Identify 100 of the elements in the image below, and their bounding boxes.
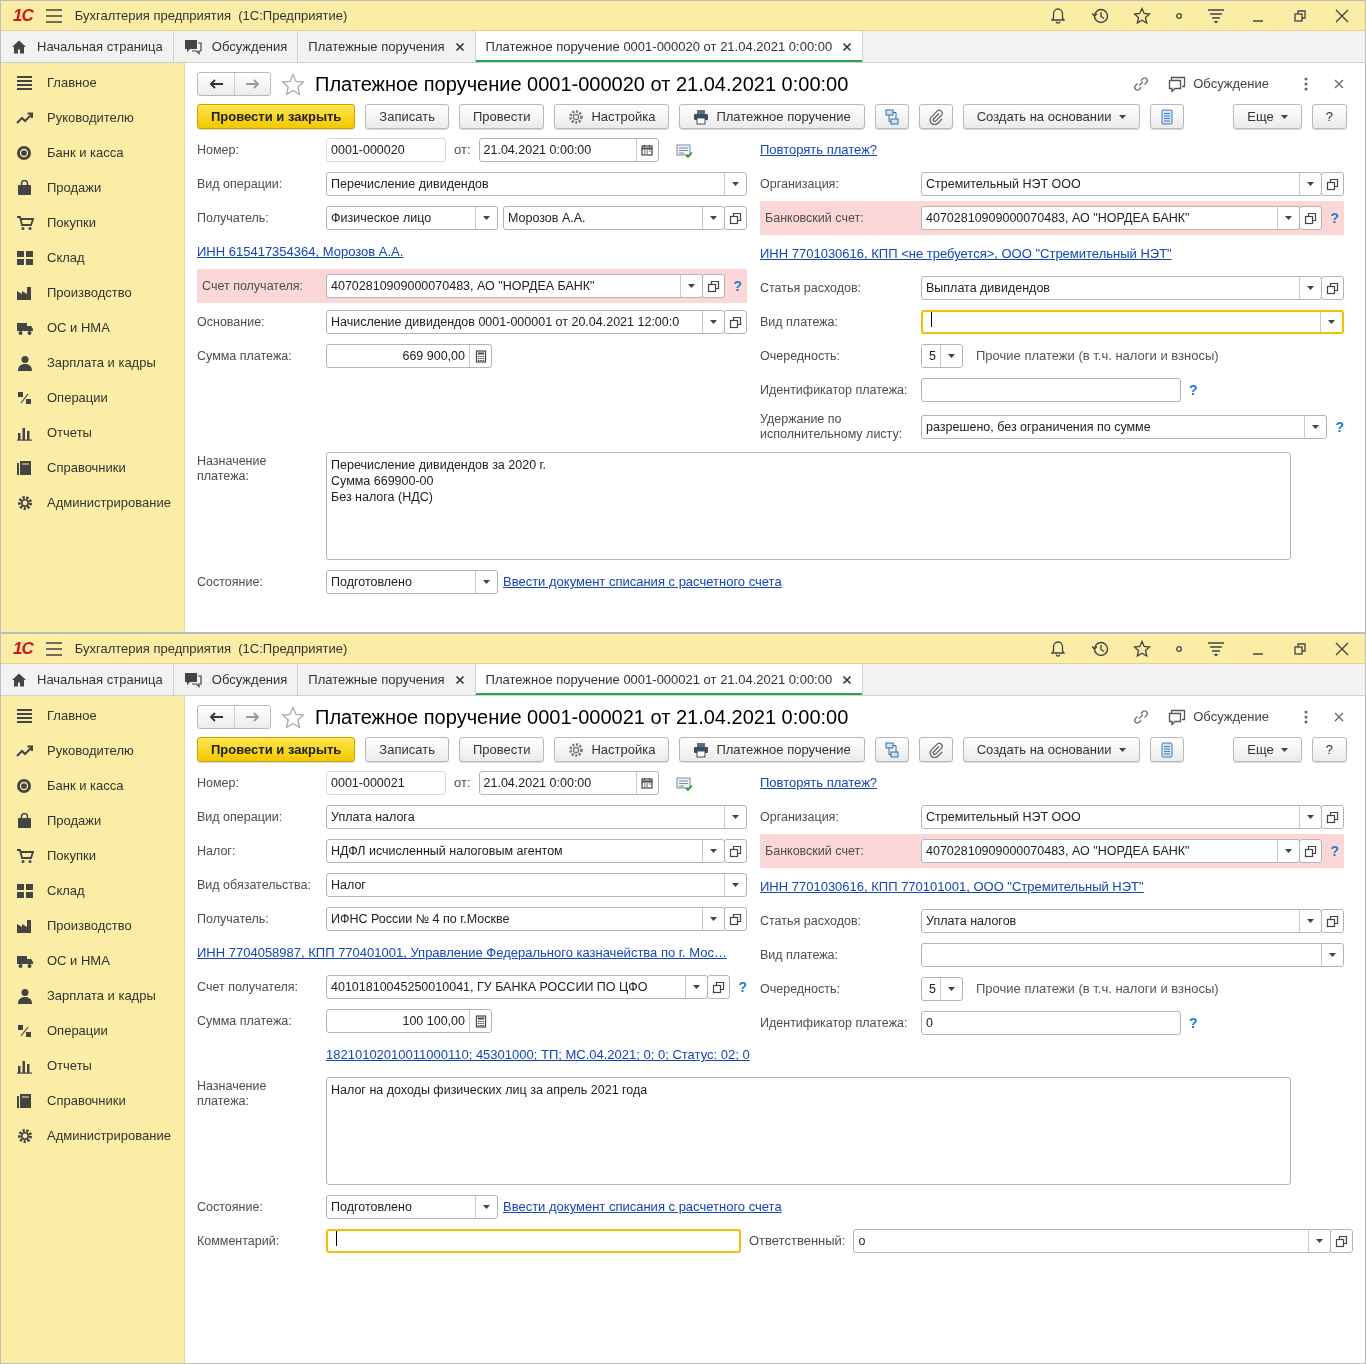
dropdown-field[interactable]: [921, 943, 1344, 967]
discussion-button[interactable]: Обсуждение: [1168, 707, 1269, 727]
toolbar-button[interactable]: Записать: [365, 104, 449, 129]
caret-icon[interactable]: [1307, 286, 1314, 290]
sidebar-item[interactable]: Производство: [1, 908, 184, 943]
star-icon[interactable]: [1133, 639, 1151, 658]
caret-icon[interactable]: [1307, 182, 1314, 186]
post-close-button[interactable]: Провести и закрыть: [197, 104, 356, 129]
sidebar-item[interactable]: Банк и касса: [1, 135, 184, 170]
text-link[interactable]: ИНН 7701030616, КПП <не требуется>, ООО "Стремительный НЭТ": [760, 244, 1172, 264]
caret-icon[interactable]: [732, 883, 739, 887]
amount-field[interactable]: 669 900,00: [326, 344, 492, 368]
open-button[interactable]: [702, 274, 726, 298]
text-link[interactable]: Повторять платеж?: [760, 140, 878, 160]
sidebar-item[interactable]: Руководителю: [1, 733, 184, 768]
caret-icon[interactable]: [1307, 815, 1314, 819]
open-button[interactable]: [1299, 206, 1323, 230]
text-link[interactable]: Ввести документ списания с расчетного счета: [503, 1197, 782, 1217]
open-button[interactable]: [724, 839, 747, 863]
menu-button[interactable]: Создать на основании: [962, 104, 1140, 129]
more-icon[interactable]: [1303, 709, 1309, 725]
sidebar-item[interactable]: ОС и НМА: [1, 310, 184, 345]
sidebar-item[interactable]: Справочники: [1, 450, 184, 485]
caret-icon[interactable]: [710, 849, 717, 853]
date-field[interactable]: 21.04.2021 0:00:00: [478, 771, 659, 795]
close-icon[interactable]: [842, 674, 853, 685]
help-link[interactable]: ?: [1189, 379, 1198, 401]
close-icon[interactable]: [842, 41, 853, 52]
sidebar-item[interactable]: Склад: [1, 873, 184, 908]
settings-button[interactable]: Настройка: [554, 737, 670, 762]
sidebar-item[interactable]: Руководителю: [1, 100, 184, 135]
sidebar-item[interactable]: ОС и НМА: [1, 943, 184, 978]
caret-icon[interactable]: [693, 985, 701, 989]
comment-field[interactable]: [326, 1229, 741, 1253]
dropdown-field[interactable]: Подготовлено: [326, 1195, 498, 1219]
sidebar-item[interactable]: Склад: [1, 240, 184, 275]
link-icon[interactable]: [1132, 708, 1151, 726]
dropdown-field[interactable]: Подготовлено: [326, 570, 498, 594]
sidebar-item[interactable]: Главное: [1, 65, 184, 100]
star-icon[interactable]: [1133, 6, 1151, 25]
dropdown-field[interactable]: Перечисление дивидендов: [326, 172, 747, 196]
menu-icon[interactable]: [44, 639, 63, 658]
print-button[interactable]: Платежное поручение: [679, 104, 865, 129]
dropdown-field[interactable]: Стремительный НЭТ ООО: [921, 172, 1322, 196]
dropdown-field[interactable]: Начисление дивидендов 0001-000001 от 20.04.2021 12:00:0: [326, 310, 725, 334]
caret-icon[interactable]: [1307, 919, 1314, 923]
help-link[interactable]: ?: [738, 976, 747, 998]
dropdown-field[interactable]: 40702810909000070483, АО "НОРДЕА БАНК": [921, 839, 1301, 863]
calculator-icon[interactable]: [474, 1014, 487, 1028]
funnel-icon[interactable]: [1207, 6, 1225, 25]
number-field[interactable]: 0001-000020: [326, 138, 446, 162]
dropdown-field[interactable]: Налог: [326, 873, 747, 897]
open-button[interactable]: [1321, 172, 1344, 196]
circle-icon[interactable]: [1175, 11, 1183, 20]
caret-icon[interactable]: [710, 917, 717, 921]
dropdown-field[interactable]: о: [853, 1229, 1331, 1253]
document-check-icon[interactable]: [675, 142, 692, 158]
dropdown-field[interactable]: Уплата налогов: [921, 909, 1322, 933]
caret-icon[interactable]: [688, 284, 696, 288]
sidebar-item[interactable]: Главное: [1, 698, 184, 733]
toolbar-button[interactable]: ?: [1311, 737, 1347, 762]
dropdown-field[interactable]: Уплата налога: [326, 805, 747, 829]
dropdown-field[interactable]: 40702810909000070483, АО "НОРДЕА БАНК": [326, 274, 704, 298]
text-area[interactable]: Перечисление дивидендов за 2020 г. Сумма 669900-00 Без налога (НДС): [326, 452, 1291, 560]
dropdown-field[interactable]: [921, 310, 1344, 334]
caret-icon[interactable]: [1329, 953, 1336, 957]
tab[interactable]: Платежное поручение 0001-000021 от 21.04.2021 0:00:00: [475, 664, 864, 695]
open-button[interactable]: [1321, 909, 1344, 933]
sidebar-item[interactable]: Отчеты: [1, 415, 184, 450]
caret-icon[interactable]: [1285, 849, 1293, 853]
sidebar-item[interactable]: Производство: [1, 275, 184, 310]
caret-icon[interactable]: [732, 815, 739, 819]
text-field[interactable]: [921, 378, 1181, 402]
caret-icon[interactable]: [1285, 216, 1293, 220]
text-link[interactable]: 18210102010011000110; 45301000; ТП; МС.04.2021; 0; 0; Статус: 02; 0: [326, 1045, 750, 1065]
dropdown-field[interactable]: НДФЛ исчисленный налоговым агентом: [326, 839, 725, 863]
close-icon[interactable]: [454, 674, 465, 685]
caret-icon[interactable]: [483, 580, 490, 584]
help-link[interactable]: ?: [1189, 1012, 1198, 1034]
open-button[interactable]: [724, 206, 747, 230]
link-icon[interactable]: [1132, 75, 1151, 93]
more-icon[interactable]: [1303, 76, 1309, 92]
calendar-icon[interactable]: [641, 144, 653, 156]
amount-field[interactable]: 100 100,00: [326, 1009, 492, 1033]
sidebar-item[interactable]: Операции: [1, 1013, 184, 1048]
open-button[interactable]: [707, 975, 731, 999]
post-close-button[interactable]: Провести и закрыть: [197, 737, 356, 762]
circle-icon[interactable]: [1175, 644, 1183, 653]
sidebar-item[interactable]: Зарплата и кадры: [1, 345, 184, 380]
close-icon[interactable]: [1333, 78, 1345, 90]
open-button[interactable]: [724, 310, 747, 334]
toolbar-button[interactable]: Записать: [365, 737, 449, 762]
number-field[interactable]: 0001-000021: [326, 771, 446, 795]
caret-icon[interactable]: [1312, 425, 1320, 429]
open-button[interactable]: [1299, 839, 1323, 863]
caret-icon[interactable]: [483, 1205, 490, 1209]
dropdown-field[interactable]: 40702810909000070483, АО "НОРДЕА БАНК": [921, 206, 1301, 230]
sidebar-item[interactable]: Отчеты: [1, 1048, 184, 1083]
menu-button[interactable]: Еще: [1233, 737, 1302, 762]
star-icon[interactable]: [281, 72, 305, 96]
